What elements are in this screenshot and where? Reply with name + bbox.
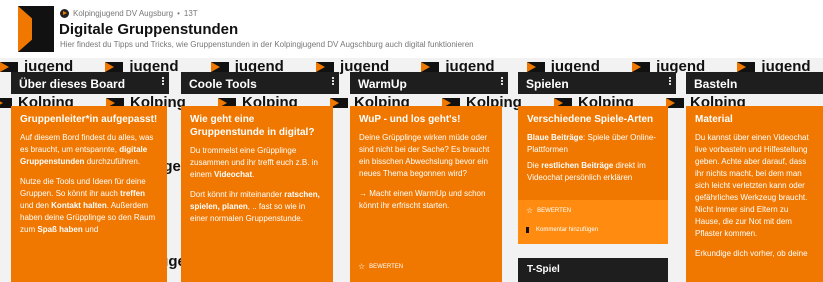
column-title: Über dieses Board — [19, 77, 126, 91]
rate-button[interactable]: ☆ BEWERTEN — [358, 262, 403, 271]
post-footer: ☆ BEWERTEN Kommentar hinzufügen — [518, 200, 668, 244]
card-text: Erkundige dich vorher, ob deine — [695, 249, 808, 258]
card-heading: Verschiedene Spiele-Arten — [527, 114, 654, 125]
author-name[interactable]: Kolpingjugend DV Augsburg — [73, 9, 173, 18]
card-text: Du kannst über einen Videochat live vorb… — [695, 133, 809, 238]
post-card[interactable]: Material Du kannst über einen Videochat … — [686, 106, 823, 282]
kolping-logo — [8, 6, 54, 52]
post-card-title[interactable]: T-Spiel — [518, 258, 668, 282]
page-subtitle: Hier findest du Tipps und Tricks, wie Gr… — [60, 40, 474, 49]
board-meta: Kolpingjugend DV Augsburg • 13T — [60, 9, 198, 18]
column-spielen: Spielen — [518, 72, 676, 94]
column-header[interactable]: Basteln — [686, 72, 823, 94]
more-options-icon[interactable] — [161, 76, 165, 88]
more-options-icon[interactable] — [500, 76, 504, 88]
column-title: Basteln — [694, 77, 738, 91]
card-heading: WuP - und los geht's! — [359, 114, 461, 125]
column-warmup: WarmUp — [350, 72, 508, 94]
card-text: Blaue Beiträge: Spiele über Online-Platt… — [527, 133, 656, 154]
column-title: Spielen — [526, 77, 569, 91]
column-about-board: Über dieses Board — [11, 72, 169, 94]
card-heading: Material — [695, 114, 733, 125]
column-header[interactable]: WarmUp — [350, 72, 508, 94]
column-basteln: Basteln — [686, 72, 823, 94]
card-text: Die restlichen Beiträge direkt im Videoc… — [527, 161, 646, 182]
author-avatar-icon — [60, 9, 69, 18]
post-card[interactable]: Wie geht eine Gruppenstunde in digital? … — [181, 106, 333, 282]
meta-separator: • — [177, 9, 180, 18]
board-header: Kolpingjugend DV Augsburg • 13T Digitale… — [0, 0, 823, 58]
more-options-icon[interactable] — [331, 76, 335, 88]
card-text: Dort könnt ihr miteinander ratschen, spi… — [190, 190, 320, 223]
card-heading: Wie geht eine Gruppenstunde in digital? — [190, 114, 315, 138]
comment-icon — [526, 227, 532, 233]
card-text: Du trommelst eine Grüpplinge zusammen un… — [190, 146, 318, 179]
column-cool-tools: Coole Tools — [181, 72, 339, 94]
column-header[interactable]: Spielen — [518, 72, 676, 94]
rate-button[interactable]: ☆ BEWERTEN — [526, 206, 571, 215]
card-text: Deine Grüpplinge wirken müde oder sind n… — [359, 133, 490, 178]
post-card[interactable]: Verschiedene Spiele-Arten Blaue Beiträge… — [518, 106, 668, 200]
page-title: Digitale Gruppenstunden — [59, 21, 239, 38]
column-header[interactable]: Coole Tools — [181, 72, 339, 94]
add-comment-button[interactable]: Kommentar hinzufügen — [526, 227, 598, 233]
column-title: Coole Tools — [189, 77, 257, 91]
column-title: WarmUp — [358, 77, 407, 91]
post-time: 13T — [183, 9, 198, 18]
star-icon: ☆ — [358, 262, 366, 271]
more-options-icon[interactable] — [668, 76, 672, 88]
star-icon: ☆ — [526, 206, 534, 215]
column-header[interactable]: Über dieses Board — [11, 72, 169, 94]
card-text: Auf diesem Bord findest du alles, was es… — [20, 133, 154, 166]
post-card[interactable]: WuP - und los geht's! Deine Grüpplinge w… — [350, 106, 502, 282]
card-heading: Gruppenleiter*in aufgepasst! — [20, 114, 158, 125]
post-card[interactable]: Gruppenleiter*in aufgepasst! Auf diesem … — [11, 106, 167, 282]
card-text: Nutze die Tools und Ideen für deine Grup… — [20, 177, 156, 234]
card-text: → Macht einen WarmUp und schon könnt ihr… — [359, 189, 486, 210]
